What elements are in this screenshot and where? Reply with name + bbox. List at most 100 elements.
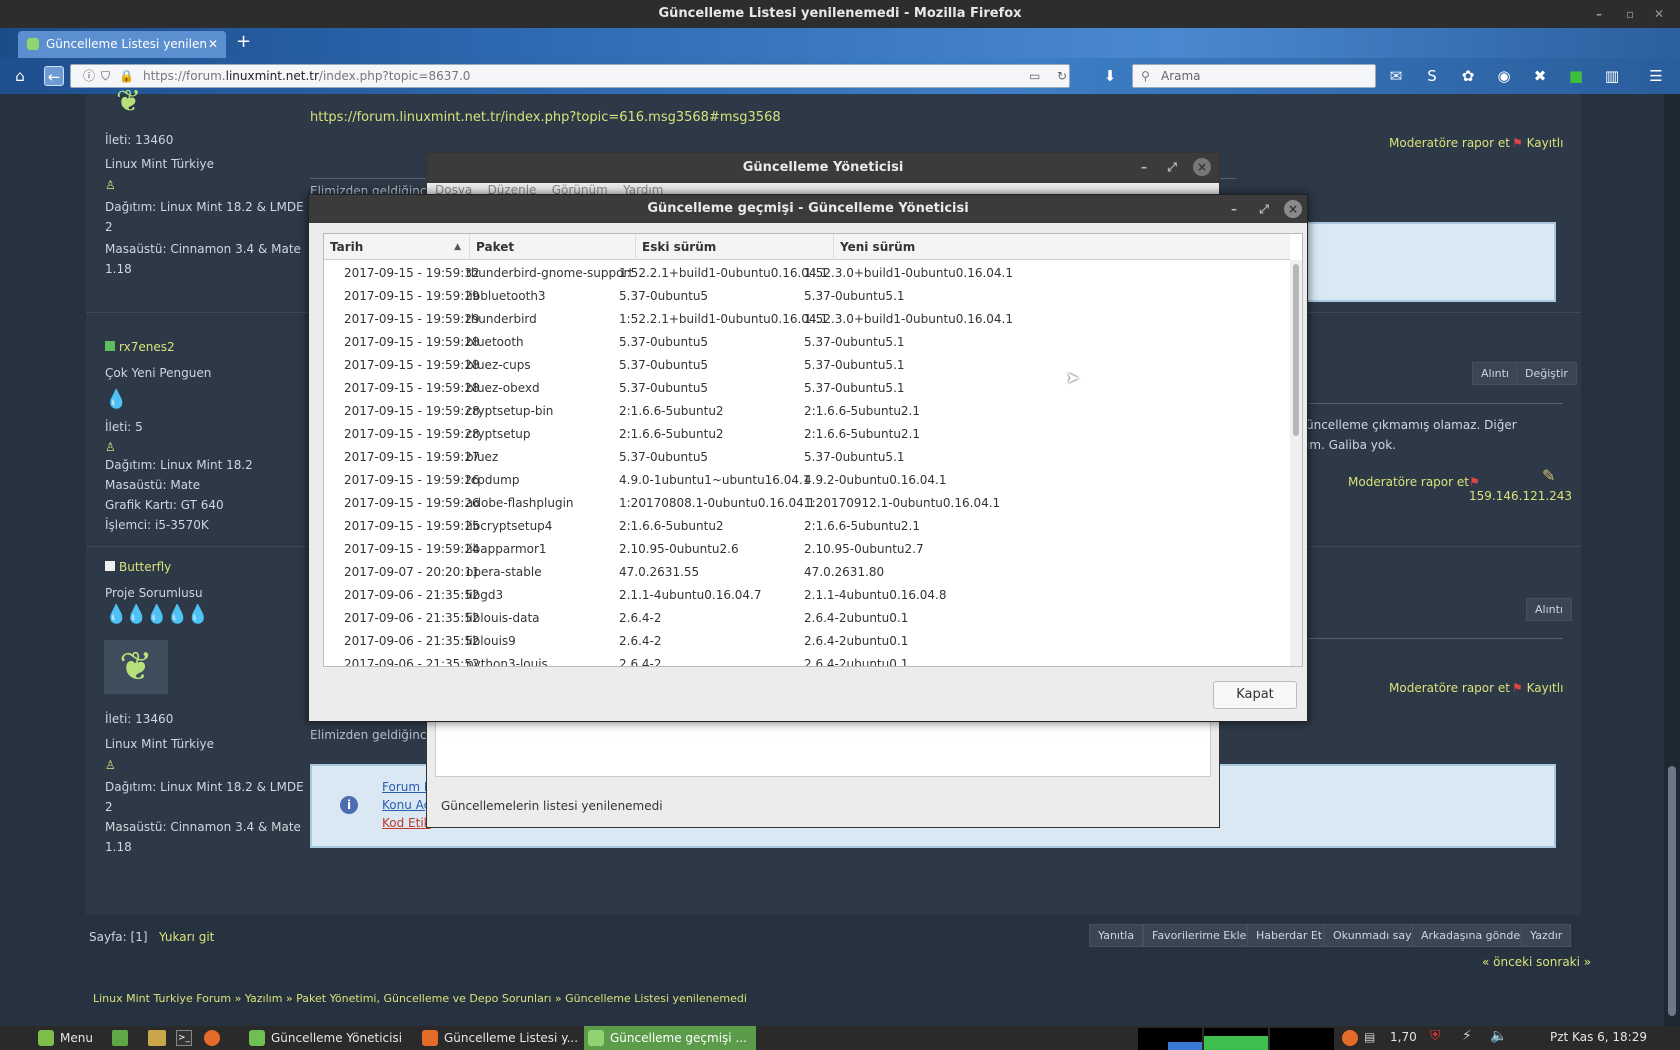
scrollbar-thumb[interactable] [1668, 766, 1676, 1016]
shield-tray-icon[interactable]: ⛨ [1430, 1028, 1441, 1044]
close-icon[interactable]: × [1193, 158, 1211, 176]
table-row[interactable]: 2017-09-15 - 19:59:27 bluez 5.37-0ubuntu5 5… [324, 446, 1290, 469]
info-link[interactable]: Kod Etik [382, 816, 431, 830]
table-row[interactable]: 2017-09-15 - 19:59:32 thunderbird-gnome-s… [324, 262, 1290, 285]
reply-button[interactable]: Yanıtla [1089, 924, 1144, 947]
table-row[interactable]: 2017-09-06 - 21:35:52 python3-louis 2.6.4-… [324, 653, 1290, 667]
table-row[interactable]: 2017-09-06 - 21:35:52 libgd3 2.1.1-4ubuntu… [324, 584, 1290, 607]
table-row[interactable]: 2017-09-15 - 19:59:28 bluez-cups 5.37-0ubu… [324, 354, 1290, 377]
table-row[interactable]: 2017-09-15 - 19:59:29 libbluetooth3 5.37-0… [324, 285, 1290, 308]
column-header-date[interactable]: Tarih ▲ [324, 234, 470, 260]
breadcrumb-item[interactable]: Güncelleme Listesi yenilenemedi [565, 992, 747, 1005]
breadcrumb-item[interactable]: Yazılım [245, 992, 283, 1005]
show-desktop-icon[interactable] [112, 1030, 128, 1046]
reload-icon[interactable]: ↻ [1057, 65, 1067, 87]
table-row[interactable]: 2017-09-15 - 19:59:28 cryptsetup 2:1.6.6-5… [324, 423, 1290, 446]
notify-button[interactable]: Haberdar Et [1247, 924, 1332, 947]
quote-button[interactable]: Alıntı [1472, 362, 1518, 385]
clock[interactable]: Pzt Kas 6, 18:29 [1550, 1030, 1647, 1044]
breadcrumb-item[interactable]: Linux Mint Turkiye Forum [93, 992, 231, 1005]
table-row[interactable]: 2017-09-15 - 19:59:29 thunderbird 1:52.2.1… [324, 308, 1290, 331]
volume-icon[interactable]: 🔈 [1490, 1028, 1507, 1044]
minimize-icon[interactable]: – [1135, 158, 1153, 176]
maximize-icon[interactable]: ⤢ [1163, 158, 1181, 176]
table-row[interactable]: 2017-09-15 - 19:59:28 cryptsetup-bin 2:1.6… [324, 400, 1290, 423]
column-header-package[interactable]: Paket [470, 234, 636, 260]
firefox-tray-icon[interactable] [1342, 1030, 1358, 1046]
table-row[interactable]: 2017-09-06 - 21:35:52 liblouis-data 2.6.4-… [324, 607, 1290, 630]
table-row[interactable]: 2017-09-07 - 20:20:11 opera-stable 47.0.26… [324, 561, 1290, 584]
quote-button[interactable]: Alıntı [1526, 598, 1572, 621]
close-icon[interactable]: × [1284, 200, 1302, 218]
browser-tab[interactable]: Güncelleme Listesi yenilen ✕ [18, 31, 226, 58]
task-update-manager[interactable]: Güncelleme Yöneticisi [245, 1026, 405, 1050]
extension-icon[interactable]: ✿ [1458, 66, 1478, 86]
table-row[interactable]: 2017-09-15 - 19:59:25 libcryptsetup4 2:1.6… [324, 515, 1290, 538]
new-tab-icon[interactable]: + [236, 32, 251, 52]
kayitli-text: Kayıtlı [1526, 136, 1564, 150]
files-icon[interactable] [148, 1030, 166, 1046]
shield-icon[interactable]: ⛉ [101, 65, 110, 87]
minimize-button[interactable]: – [1596, 0, 1602, 28]
menu-icon[interactable]: ☰ [1646, 66, 1666, 86]
edit-button[interactable]: Değiştir [1516, 362, 1577, 385]
print-button[interactable]: Yazdır [1521, 924, 1572, 947]
breadcrumb-item[interactable]: Paket Yönetimi, Güncelleme ve Depo Sorun… [296, 992, 551, 1005]
user-name[interactable]: rx7enes2 [119, 340, 175, 354]
reader-view-icon[interactable]: ▭ [1029, 65, 1040, 87]
task-history[interactable]: Güncelleme geçmişi ... [584, 1026, 756, 1050]
cell-date: 2017-09-07 - 20:20:11 [344, 565, 480, 579]
table-row[interactable]: 2017-09-15 - 19:59:26 adobe-flashplugin 1:… [324, 492, 1290, 515]
url-bar[interactable]: ⓘ ⛉ 🔒 https://forum.linuxmint.net.tr/ind… [70, 64, 1070, 88]
table-row[interactable]: 2017-09-15 - 19:59:28 bluez-obexd 5.37-0ub… [324, 377, 1290, 400]
extension-icon[interactable]: ✉ [1386, 66, 1406, 86]
column-header-old-version[interactable]: Eski sürüm [636, 234, 834, 260]
info-link[interactable]: Konu Aç [382, 798, 430, 812]
info-link[interactable]: Forum K [382, 780, 432, 794]
quoted-link[interactable]: https://forum.linuxmint.net.tr/index.php… [310, 110, 781, 125]
close-button[interactable]: Kapat [1213, 681, 1297, 709]
download-icon[interactable]: ⬇ [1100, 66, 1120, 86]
send-friend-button[interactable]: Arkadaşına gönder [1412, 924, 1534, 947]
close-tab-icon[interactable]: ✕ [208, 31, 218, 57]
column-header-new-version[interactable]: Yeni sürüm [834, 234, 1290, 260]
prev-next-links[interactable]: « önceki sonraki » [1482, 955, 1591, 969]
home-icon[interactable]: ⌂ [10, 66, 30, 86]
terminal-icon[interactable]: >_ [176, 1030, 192, 1046]
extension-icon[interactable]: ■ [1566, 66, 1586, 86]
info-icon[interactable]: ⓘ [83, 65, 95, 87]
task-firefox[interactable]: Güncelleme Listesi y... [418, 1026, 578, 1050]
network-icon[interactable]: ⚡ [1462, 1028, 1472, 1044]
back-to-top-link[interactable]: Yukarı git [159, 930, 214, 944]
user-name[interactable]: Butterfly [119, 560, 171, 574]
extension-icon[interactable]: S [1422, 66, 1442, 86]
maximize-button[interactable]: ▫ [1626, 0, 1634, 28]
rank-drop-icon: 💧 [105, 389, 128, 410]
report-link[interactable]: Moderatöre rapor et [1348, 475, 1469, 489]
report-link[interactable]: Moderatöre rapor et [1389, 136, 1510, 150]
maximize-icon[interactable]: ⤢ [1255, 200, 1273, 218]
favorite-button[interactable]: Favorilerime Ekle [1143, 924, 1256, 947]
search-input[interactable]: ⚲ Arama [1132, 64, 1376, 88]
table-scrollbar[interactable] [1290, 260, 1302, 666]
table-row[interactable]: 2017-09-15 - 19:59:24 libapparmor1 2.10.95… [324, 538, 1290, 561]
start-menu-button[interactable]: Menu [34, 1026, 104, 1050]
table-row[interactable]: 2017-09-15 - 19:59:28 bluetooth 5.37-0ubun… [324, 331, 1290, 354]
scrollbar-thumb[interactable] [1293, 264, 1299, 436]
page-scrollbar[interactable] [1664, 94, 1680, 1026]
table-row[interactable]: 2017-09-15 - 19:59:26 tcpdump 4.9.0-1ubunt… [324, 469, 1290, 492]
report-link[interactable]: Moderatöre rapor et [1389, 681, 1510, 695]
back-icon[interactable]: ← [44, 66, 64, 86]
cell-package: bluez [466, 450, 499, 464]
table-row[interactable]: 2017-09-06 - 21:35:52 liblouis9 2.6.4-2 2.6… [324, 630, 1290, 653]
mark-unread-button[interactable]: Okunmadı say [1324, 924, 1421, 947]
extension-icon[interactable]: ✖ [1530, 66, 1550, 86]
cell-date: 2017-09-06 - 21:35:52 [344, 611, 480, 625]
extension-icon[interactable]: ◉ [1494, 66, 1514, 86]
firefox-icon[interactable] [204, 1030, 220, 1046]
cell-date: 2017-09-15 - 19:59:29 [344, 289, 480, 303]
close-window-button[interactable]: ✕ [1654, 0, 1664, 28]
cell-new-version: 2.6.4-2ubuntu0.1 [804, 657, 909, 667]
sidebar-icon[interactable]: ▥ [1602, 66, 1622, 86]
minimize-icon[interactable]: – [1225, 200, 1243, 218]
